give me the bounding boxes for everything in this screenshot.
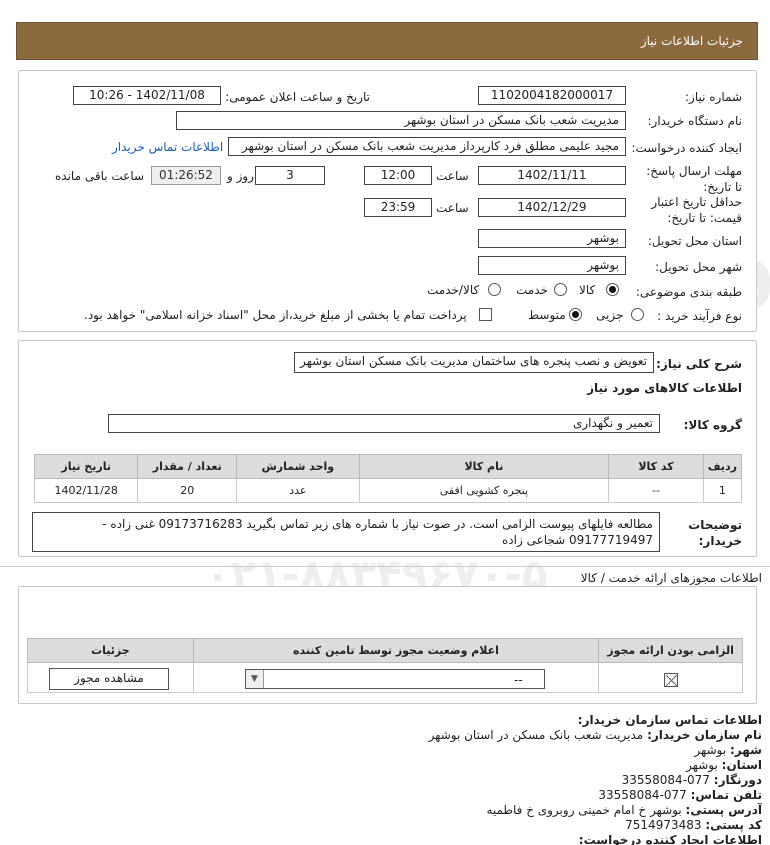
cell-date: 1402/11/28 — [33, 478, 139, 503]
col-qty: تعداد / مقدار — [137, 454, 238, 479]
need-number-label: شماره نیاز: — [685, 90, 742, 104]
col-date: تاریخ نیاز — [33, 454, 139, 479]
divider — [0, 566, 770, 567]
deadline-label: مهلت ارسال پاسخ: تا تاریخ: — [646, 164, 742, 194]
creator-label: ایجاد کننده درخواست: — [631, 141, 742, 155]
buyer-org-label: نام دستگاه خریدار: — [647, 114, 743, 128]
contact-org-label: نام سازمان خریدار: — [647, 728, 762, 742]
province-label: استان محل تحویل: — [647, 234, 742, 248]
permits-section-title: اطلاعات مجوزهای ارائه خدمت / کالا — [580, 571, 762, 585]
category-service-label: خدمت — [516, 283, 548, 297]
dropdown-arrow-icon: ▼ — [246, 670, 264, 688]
cell-row: 1 — [702, 478, 743, 503]
category-goods-label: کالا — [579, 283, 596, 297]
contact-province: بوشهر — [686, 758, 718, 772]
permit-status-value: -- — [514, 673, 523, 687]
remaining-time-field: 01:26:52 — [151, 166, 221, 185]
page-title: جزئیات اطلاعات نیاز — [640, 34, 743, 48]
view-permit-button[interactable]: مشاهده مجوز — [49, 668, 169, 690]
goods-table: ردیف کد کالا نام کالا واحد شمارش تعداد /… — [33, 454, 743, 503]
category-service-radio[interactable] — [554, 283, 567, 296]
col-details: جزئیات — [27, 638, 194, 663]
contact-postal-label: کد پستی: — [705, 818, 762, 832]
mandatory-checkbox-icon — [664, 673, 678, 687]
contact-address-label: آدرس پستی: — [685, 803, 762, 817]
permits-table-header: الزامی بودن ارائه مجوز اعلام وضعیت مجوز … — [27, 638, 743, 663]
validity-label: حداقل تاریخ اعتبار قیمت: تا تاریخ: — [651, 195, 742, 225]
need-number-field: 1102004182000017 — [478, 86, 626, 105]
cell-unit: عدد — [236, 478, 360, 503]
remaining-label: ساعت باقی مانده — [55, 169, 145, 183]
goods-table-header: ردیف کد کالا نام کالا واحد شمارش تعداد /… — [33, 454, 743, 479]
validity-time-label: ساعت — [436, 201, 469, 215]
deadline-date-field: 1402/11/11 — [478, 166, 626, 185]
days-field: 3 — [255, 166, 325, 185]
cell-code: -- — [608, 478, 704, 503]
col-unit: واحد شمارش — [236, 454, 360, 479]
category-goods-radio[interactable] — [606, 283, 619, 296]
goods-section-title: اطلاعات کالاهای مورد نیاز — [587, 381, 742, 395]
contact-org: مدیریت شعب بانک مسکن در استان بوشهر — [428, 728, 644, 742]
col-name: نام کالا — [358, 454, 610, 479]
process-minor-radio[interactable] — [631, 308, 644, 321]
buyer-contact-block: اطلاعات تماس سازمان خریدار: نام سازمان خ… — [429, 713, 762, 845]
process-minor-label: جزیی — [596, 308, 624, 322]
creator-field: مجید علیمی مطلق فرد کارپرداز مدیریت شعب … — [228, 137, 626, 156]
buyer-notes-field: مطالعه فایلهای پیوست الزامی است. در صوت … — [32, 512, 660, 552]
process-label: نوع فرآیند خرید : — [657, 309, 742, 323]
process-medium-radio[interactable] — [569, 308, 582, 321]
col-row: ردیف — [702, 454, 743, 479]
page-header: جزئیات اطلاعات نیاز — [16, 22, 758, 60]
category-label: طبقه بندی موضوعی: — [635, 285, 742, 299]
col-mandatory: الزامی بودن ارائه مجوز — [598, 638, 743, 663]
city-field: بوشهر — [478, 256, 626, 275]
treasury-checkbox[interactable] — [479, 308, 492, 321]
validity-date-field: 1402/12/29 — [478, 198, 626, 217]
permit-status-select[interactable]: ▼ -- — [245, 669, 545, 689]
category-both-radio[interactable] — [488, 283, 501, 296]
province-field: بوشهر — [478, 229, 626, 248]
table-row: 1 -- پنجره کشویی افقی عدد 20 1402/11/28 — [33, 478, 743, 503]
cell-qty: 20 — [137, 478, 238, 503]
creator-info-label: اطلاعات ایجاد کننده درخواست: — [578, 833, 762, 845]
goods-group-field: تعمیر و نگهداری — [108, 414, 660, 433]
treasury-note: پرداخت تمام یا بخشی از مبلغ خرید،از محل … — [84, 308, 467, 322]
contact-phone: 077-33558084 — [598, 788, 687, 802]
contact-phone-label: تلفن تماس: — [690, 788, 762, 802]
summary-label: شرح کلی نیاز: — [656, 357, 742, 371]
contact-title: اطلاعات تماس سازمان خریدار: — [577, 713, 762, 727]
buyer-notes-label: توضیحات خریدار: — [688, 518, 742, 548]
summary-field: تعویض و نصب پنجره های ساختمان مدیریت بان… — [294, 352, 654, 373]
process-medium-label: متوسط — [528, 308, 566, 322]
contact-fax: 077-33558084 — [621, 773, 710, 787]
deadline-time-label: ساعت — [436, 169, 469, 183]
buyer-contact-link[interactable]: اطلاعات تماس خریدار — [112, 140, 223, 154]
contact-postal: 7514973483 — [625, 818, 702, 832]
buyer-org-field: مدیریت شعب بانک مسکن در استان بوشهر — [176, 111, 626, 130]
contact-fax-label: دورنگار: — [713, 773, 762, 787]
announce-field: 1402/11/08 - 10:26 — [73, 86, 221, 105]
deadline-time-field: 12:00 — [364, 166, 432, 185]
category-both-label: کالا/خدمت — [427, 283, 480, 297]
days-label: روز و — [227, 169, 254, 183]
announce-label: تاریخ و ساعت اعلان عمومی: — [225, 90, 370, 104]
contact-city: بوشهر — [694, 743, 727, 757]
cell-name: پنجره کشویی افقی — [358, 478, 610, 503]
goods-group-label: گروه کالا: — [683, 418, 742, 432]
contact-address: بوشهر خ امام خمینی روبروی خ فاطمیه — [486, 803, 682, 817]
col-code: کد کالا — [608, 454, 704, 479]
contact-city-label: شهر: — [730, 743, 762, 757]
validity-time-field: 23:59 — [364, 198, 432, 217]
city-label: شهر محل تحویل: — [655, 260, 742, 274]
contact-province-label: استان: — [721, 758, 762, 772]
col-status: اعلام وضعیت مجوز توسط تامین کننده — [192, 638, 600, 663]
